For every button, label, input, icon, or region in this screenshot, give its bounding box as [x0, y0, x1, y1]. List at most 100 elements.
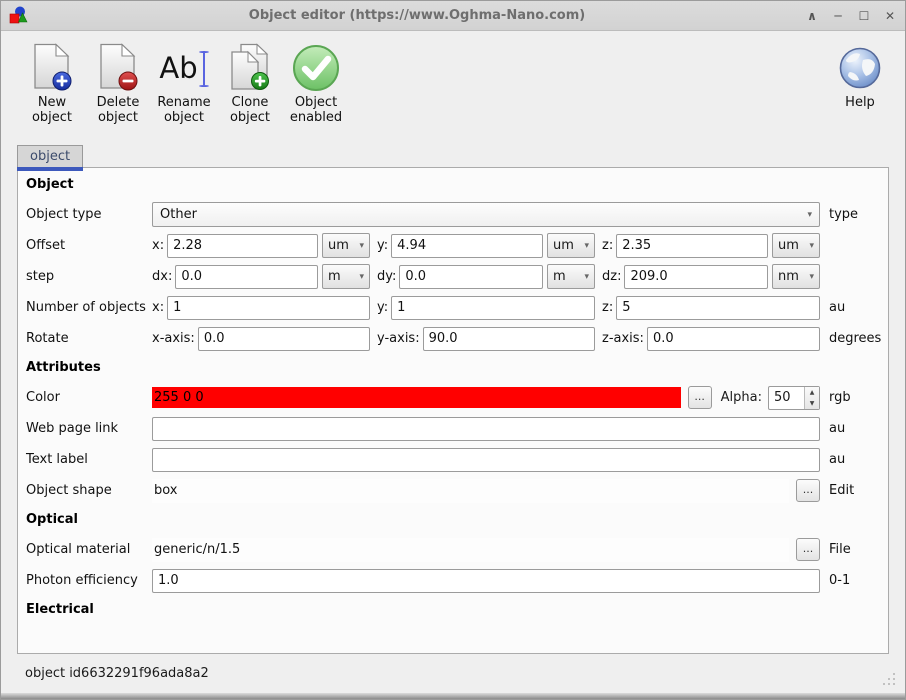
status-text: object id6632291f96ada8a2: [25, 666, 209, 681]
rotate-x-input[interactable]: [197, 326, 370, 351]
offset-label: Offset: [26, 238, 66, 253]
window-bottom-edge: [1, 693, 905, 699]
document-plus-icon: [30, 41, 74, 95]
photon-efficiency-input[interactable]: [152, 568, 820, 593]
step-dy-unit-value: m: [553, 269, 566, 284]
spin-up-icon[interactable]: ▲: [805, 387, 819, 398]
chevron-down-icon: ▾: [809, 271, 814, 282]
count-z-label: z:: [602, 300, 614, 315]
offset-x-unit-select[interactable]: um ▾: [322, 233, 370, 258]
object-shape-browse-button[interactable]: ...: [796, 479, 820, 502]
new-object-button[interactable]: New object: [19, 39, 85, 125]
offset-x-label: x:: [152, 238, 165, 253]
chevron-down-icon: ▾: [584, 240, 589, 251]
optical-material-browse-button[interactable]: ...: [796, 538, 820, 561]
offset-z-unit-select[interactable]: um ▾: [772, 233, 820, 258]
step-dx-unit-select[interactable]: m ▾: [322, 264, 370, 289]
help-button[interactable]: Help: [827, 39, 893, 110]
count-z-input[interactable]: [616, 295, 820, 320]
step-dy-input[interactable]: [399, 264, 543, 289]
offset-y-unit-value: um: [553, 238, 574, 253]
chevron-down-icon: ▾: [807, 209, 812, 220]
rotate-z-input[interactable]: [646, 326, 820, 351]
delete-object-button[interactable]: Delete object: [85, 39, 151, 125]
object-shape-label: Object shape: [26, 483, 112, 498]
rotate-unit: degrees: [829, 331, 882, 346]
chevron-down-icon: ▾: [359, 240, 364, 251]
step-dz-unit-value: nm: [778, 269, 799, 284]
object-type-value: Other: [160, 207, 197, 222]
shade-button[interactable]: ∧: [805, 9, 819, 23]
titlebar[interactable]: Object editor (https://www.Oghma-Nano.co…: [1, 1, 905, 31]
tab-accent-bar: [17, 167, 84, 171]
minimize-button[interactable]: ─: [831, 9, 845, 23]
close-button[interactable]: ✕: [883, 9, 897, 23]
clone-object-button[interactable]: Clone object: [217, 39, 283, 125]
color-unit: rgb: [829, 390, 851, 405]
text-label-input[interactable]: [152, 447, 820, 472]
documents-plus-icon: [227, 41, 273, 95]
count-y-label: y:: [377, 300, 389, 315]
delete-object-label-2: object: [97, 110, 139, 125]
step-dz-unit-select[interactable]: nm ▾: [772, 264, 820, 289]
color-browse-button[interactable]: ...: [687, 386, 712, 409]
alpha-spinbox[interactable]: 50 ▲ ▼: [768, 385, 820, 410]
help-label: Help: [845, 95, 875, 110]
section-optical: Optical: [26, 512, 78, 527]
maximize-button[interactable]: ☐: [857, 9, 871, 23]
globe-icon: [838, 41, 882, 95]
chevron-down-icon: ▾: [809, 240, 814, 251]
step-dx-unit-value: m: [328, 269, 341, 284]
offset-z-input[interactable]: [616, 233, 768, 258]
object-type-unit: type: [829, 207, 859, 222]
offset-y-unit-select[interactable]: um ▾: [547, 233, 595, 258]
spinner-arrows[interactable]: ▲ ▼: [804, 386, 819, 409]
object-enabled-label-2: enabled: [289, 110, 343, 125]
rotate-y-input[interactable]: [422, 326, 595, 351]
chevron-down-icon: ▾: [584, 271, 589, 282]
optical-material-unit: File: [829, 542, 851, 557]
offset-y-label: y:: [377, 238, 389, 253]
row-web-page-link: Web page link au: [18, 413, 888, 444]
delete-object-label-1: Delete: [96, 95, 140, 110]
object-enabled-button[interactable]: Object enabled: [283, 39, 349, 125]
rename-object-button[interactable]: Ab Rename object: [151, 39, 217, 125]
photon-efficiency-unit: 0-1: [829, 573, 851, 588]
offset-y-input[interactable]: [391, 233, 543, 258]
step-dy-unit-select[interactable]: m ▾: [547, 264, 595, 289]
text-cursor-icon: Ab: [159, 41, 209, 95]
object-type-select[interactable]: Other ▾: [152, 202, 820, 227]
row-optical-material: Optical material generic/n/1.5 ... File: [18, 534, 888, 565]
count-y-input[interactable]: [391, 295, 595, 320]
tabstrip: object: [1, 143, 905, 171]
offset-z-unit-value: um: [778, 238, 799, 253]
row-number-of-objects: Number of objects x: y: z: au: [18, 292, 888, 323]
resize-grip[interactable]: [880, 670, 895, 685]
section-object: Object: [26, 177, 74, 192]
step-dz-input[interactable]: [624, 264, 768, 289]
text-label-unit: au: [829, 452, 846, 467]
section-electrical: Electrical: [26, 602, 94, 617]
row-offset: Offset x: um ▾ y: um ▾: [18, 230, 888, 261]
object-editor-window: Object editor (https://www.Oghma-Nano.co…: [0, 0, 906, 700]
color-swatch[interactable]: 255 0 0: [152, 387, 681, 408]
alpha-value: 50: [774, 389, 791, 405]
count-x-input[interactable]: [167, 295, 370, 320]
step-dy-label: dy:: [377, 269, 397, 284]
clone-object-label-2: object: [229, 110, 271, 125]
step-dx-input[interactable]: [175, 264, 318, 289]
offset-x-input[interactable]: [167, 233, 318, 258]
clone-object-label-1: Clone: [231, 95, 269, 110]
step-dx-label: dx:: [152, 269, 173, 284]
spin-down-icon[interactable]: ▼: [805, 398, 819, 409]
alpha-label: Alpha:: [720, 390, 762, 405]
object-enabled-label-1: Object: [294, 95, 338, 110]
text-label-label: Text label: [26, 452, 88, 467]
optical-material-value: generic/n/1.5: [152, 537, 789, 562]
statusbar: object id6632291f96ada8a2: [1, 654, 905, 693]
optical-material-label: Optical material: [26, 542, 131, 557]
web-page-link-input[interactable]: [152, 416, 820, 441]
object-editor-panel: Object Object type Other ▾ type Offset x…: [17, 167, 889, 654]
object-shape-unit: Edit: [829, 483, 855, 498]
tab-object[interactable]: object: [17, 145, 84, 171]
